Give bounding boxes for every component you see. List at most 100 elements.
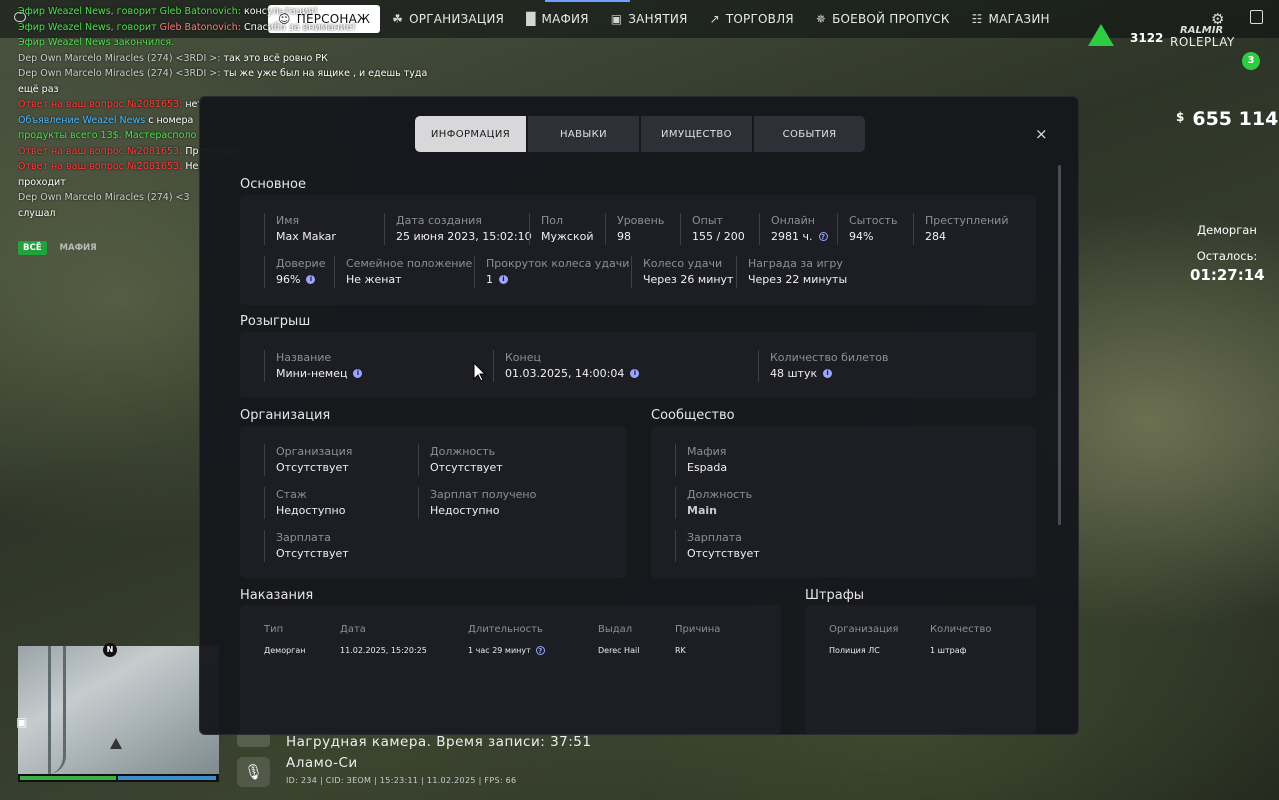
field-value: 48 штук i: [770, 365, 889, 382]
field-value: Мини-немец i: [276, 365, 363, 382]
modal-scrollbar[interactable]: [1058, 165, 1061, 525]
chat-segment: с номера: [145, 114, 194, 126]
field-label: Опыт: [692, 214, 723, 227]
basic-field-6: Сытость 94%: [837, 213, 897, 245]
organization-field-0: Организация Отсутствует: [264, 444, 352, 476]
field-value: Main: [687, 502, 752, 519]
raffle-field-1: Конец 01.03.2025, 14:00:04 i: [493, 350, 640, 382]
jobs-icon: ▣: [610, 12, 623, 26]
punishments-cell: 11.02.2025, 15:20:25: [340, 646, 427, 655]
modal-tab-0[interactable]: ИНФОРМАЦИЯ: [415, 116, 526, 152]
fines-section-title: Штрафы: [805, 588, 865, 603]
field-value: 284: [925, 228, 1008, 245]
basic-field-3: Уровень 98: [605, 213, 664, 245]
money-display: $ 655 114: [1176, 108, 1278, 130]
field-value: Отсутствует: [276, 459, 352, 476]
modal-tabs: ИНФОРМАЦИЯ НАВЫКИ ИМУЩЕСТВО СОБЫТИЯ: [415, 116, 865, 152]
nav-item-2[interactable]: █ МАФИЯ: [516, 5, 599, 33]
server-roleplay-label: ROLEPLAY: [1170, 35, 1235, 49]
chat-segment: Эфир Weazel News закончился.: [18, 37, 175, 48]
raffle-section-title: Розыгрыш: [240, 314, 311, 329]
modal-tab-2[interactable]: ИМУЩЕСТВО: [641, 116, 752, 152]
punishments-cell-text: Деморган: [264, 646, 306, 655]
modal-tab-3[interactable]: СОБЫТИЯ: [754, 116, 865, 152]
punishments-cell: RK: [675, 646, 686, 655]
punishments-cell: Деморган: [264, 646, 306, 655]
punishments-cell: Derec Hail: [598, 646, 639, 655]
community-field-2: Зарплата Отсутствует: [675, 530, 760, 562]
jail-timer: Деморган Осталось: 01:27:14: [1190, 222, 1265, 283]
dollar-sign: $: [1176, 110, 1185, 124]
raffle-field-0: Название Мини-немец i: [264, 350, 363, 382]
field-value: Отсутствует: [687, 545, 760, 562]
info-icon[interactable]: ?: [818, 232, 828, 241]
basic-field2-1: Семейное положение Не женат: [334, 256, 472, 288]
minimap-road: [48, 646, 66, 774]
close-icon[interactable]: ×: [1035, 125, 1048, 143]
field-value: 155 / 200: [692, 228, 745, 245]
basic-field2-2: Прокруток колеса удачи 1 i: [474, 256, 629, 288]
info-icon[interactable]: ?: [535, 646, 545, 655]
basic-field-5: Онлайн 2981 ч.?: [759, 213, 828, 245]
modal-tab-1[interactable]: НАВЫКИ: [528, 116, 639, 152]
basic-field2-3: Колесо удачи Через 26 минут: [631, 256, 733, 288]
chat-segment: Ответ на ваш вопрос №2081653:: [18, 161, 183, 172]
info-icon[interactable]: i: [353, 369, 363, 378]
jail-remaining-label: Осталось:: [1196, 249, 1258, 263]
mafia-icon: █: [526, 12, 536, 26]
basic-field2-4: Награда за игру Через 22 минуты: [736, 256, 847, 288]
punishments-header-0: Тип: [264, 624, 284, 635]
exit-icon[interactable]: [1250, 10, 1263, 24]
fines-card: Организация Количество Полиция ЛС 1 штраф: [805, 605, 1036, 734]
chat-tab-1[interactable]: МАФИЯ: [55, 241, 102, 255]
basic-field-0: Имя Max Makar: [264, 213, 336, 245]
chat-tab-0[interactable]: ВСЁ: [18, 241, 47, 255]
punishments-card: Тип Дата Длительность Выдал Причина Деморган 1…: [240, 605, 781, 734]
fines-cell: 1 штраф: [930, 646, 967, 655]
organization-field-3: Зарплат получено Недоступно: [418, 487, 536, 519]
field-value-text: Через 22 минуты: [748, 273, 848, 286]
chat-segment: Gleb Batonovich:: [159, 21, 241, 33]
battle-pass-icon: ✵: [815, 12, 827, 26]
info-icon[interactable]: i: [306, 275, 316, 284]
nav-item-label: БОЕВОЙ ПРОПУСК: [832, 12, 950, 26]
field-value-text: Недоступно: [430, 504, 500, 517]
chat-tabs: ВСЁ МАФИЯ: [18, 241, 102, 255]
nav-item-5[interactable]: ✵ БОЕВОЙ ПРОПУСК: [806, 5, 960, 33]
field-label: Сытость: [849, 214, 898, 227]
chat-segment: Ответ на ваш вопрос №2081653:: [18, 99, 183, 110]
online-count: 3122: [1130, 31, 1164, 45]
field-value-text: 98: [617, 230, 631, 243]
field-value: 94%: [849, 228, 897, 245]
field-label: Уровень: [617, 214, 665, 227]
fines-cell: Полиция ЛС: [829, 646, 880, 655]
info-icon[interactable]: i: [823, 369, 833, 378]
info-icon[interactable]: i: [630, 369, 640, 378]
punishments-section-title: Наказания: [240, 588, 314, 603]
basic-field-1: Дата создания 25 июня 2023, 15:02:10: [384, 213, 532, 245]
gear-icon[interactable]: ⚙: [1211, 10, 1224, 28]
basic-field-4: Опыт 155 / 200: [680, 213, 745, 245]
field-label: Доверие: [276, 257, 326, 270]
chat-segment: Эфир Weazel News, говорит Gleb Batonovic…: [18, 6, 241, 17]
info-icon[interactable]: i: [499, 275, 508, 284]
field-label: Зарплата: [276, 531, 331, 544]
jail-label: Деморган: [1197, 223, 1257, 237]
field-label: Дата создания: [396, 214, 482, 227]
nav-item-6[interactable]: ☷ МАГАЗИН: [962, 5, 1060, 33]
organization-field-2: Стаж Недоступно: [264, 487, 345, 519]
nav-item-4[interactable]: ↗ ТОРГОВЛЯ: [700, 5, 804, 33]
field-value-text: Main: [687, 504, 717, 517]
field-value: 25 июня 2023, 15:02:10: [396, 228, 532, 245]
microphone-icon: 🎙: [237, 757, 270, 787]
field-label: Награда за игру: [748, 257, 843, 270]
mouse-cursor-icon: [473, 362, 487, 382]
health-bar: [20, 776, 116, 780]
chat-segment: Объявление Weazel News: [18, 114, 146, 126]
field-label: Название: [276, 351, 332, 364]
field-value: Недоступно: [430, 502, 536, 519]
nav-item-label: ТОРГОВЛЯ: [725, 12, 794, 26]
field-value-text: Не женат: [346, 273, 402, 286]
chat-segment: ещё раз: [18, 83, 59, 95]
nav-item-3[interactable]: ▣ ЗАНЯТИЯ: [601, 5, 698, 33]
